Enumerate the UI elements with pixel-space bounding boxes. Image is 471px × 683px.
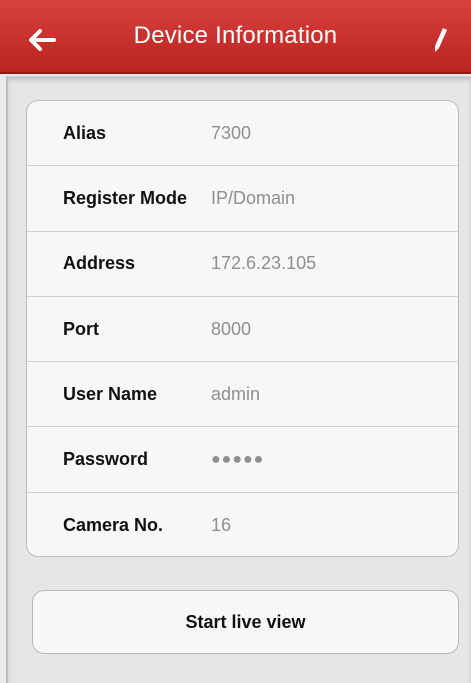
- field-value: 7300: [211, 122, 252, 143]
- field-row-alias: Alias 7300: [27, 101, 458, 167]
- field-value: 8000: [211, 318, 252, 339]
- field-label: User Name: [63, 383, 158, 404]
- field-row-register-mode: Register Mode IP/Domain: [27, 166, 458, 232]
- field-label: Camera No.: [63, 514, 164, 535]
- arrow-left-icon: [29, 29, 56, 51]
- field-value: admin: [211, 383, 261, 404]
- title-bar: Device Information: [0, 0, 471, 74]
- field-label: Alias: [63, 122, 107, 143]
- password-value: ●●●●●: [211, 450, 265, 468]
- field-label: Address: [63, 253, 136, 274]
- field-row-address: Address 172.6.23.105: [27, 232, 458, 297]
- field-label: Register Mode: [63, 187, 188, 208]
- edit-button[interactable]: [425, 24, 455, 56]
- page-title: Device Information: [133, 22, 338, 49]
- field-value: IP/Domain: [211, 187, 296, 208]
- field-label: Port: [63, 318, 99, 339]
- pencil-icon: [435, 28, 447, 52]
- field-row-camera-no: Camera No. 16: [27, 493, 458, 556]
- field-row-user-name: User Name admin: [27, 362, 458, 428]
- back-button[interactable]: [22, 22, 62, 58]
- device-info-card: Alias 7300 Register Mode IP/Domain Addre…: [26, 100, 459, 557]
- field-value: 172.6.23.105: [211, 253, 317, 274]
- field-row-port: Port 8000: [27, 297, 458, 363]
- field-row-password: Password ●●●●●: [27, 427, 458, 493]
- field-value: 16: [211, 514, 232, 535]
- start-live-view-button[interactable]: Start live view: [32, 590, 459, 654]
- field-label: Password: [63, 449, 149, 470]
